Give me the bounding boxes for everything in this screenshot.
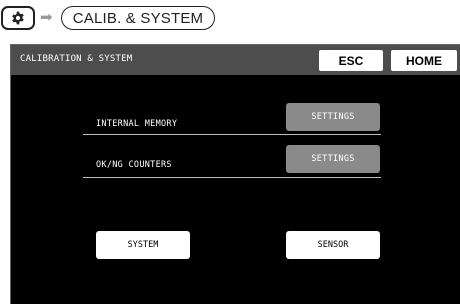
sensor-button[interactable]: SENSOR xyxy=(286,231,380,259)
esc-button[interactable]: ESC xyxy=(319,50,383,71)
internal-memory-settings-button[interactable]: SETTINGS xyxy=(286,103,380,131)
system-button[interactable]: SYSTEM xyxy=(96,231,190,259)
home-button[interactable]: HOME xyxy=(391,50,457,71)
calib-system-button[interactable]: CALIB. & SYSTEM xyxy=(61,6,215,30)
page-title: CALIBRATION & SYSTEM xyxy=(20,54,133,64)
ok-ng-counters-label: OK/NG COUNTERS xyxy=(96,160,172,170)
settings-gear-button[interactable] xyxy=(1,6,35,30)
device-screen: CALIBRATION & SYSTEM ESC HOME INTERNAL M… xyxy=(10,44,460,304)
gear-icon xyxy=(12,11,24,25)
right-arrow-icon: ➡ xyxy=(40,9,53,26)
internal-memory-label: INTERNAL MEMORY xyxy=(96,119,178,129)
row-divider xyxy=(83,134,381,135)
title-bar: CALIBRATION & SYSTEM ESC HOME xyxy=(11,45,460,75)
ok-ng-counters-settings-button[interactable]: SETTINGS xyxy=(286,145,380,173)
row-divider xyxy=(83,177,381,178)
